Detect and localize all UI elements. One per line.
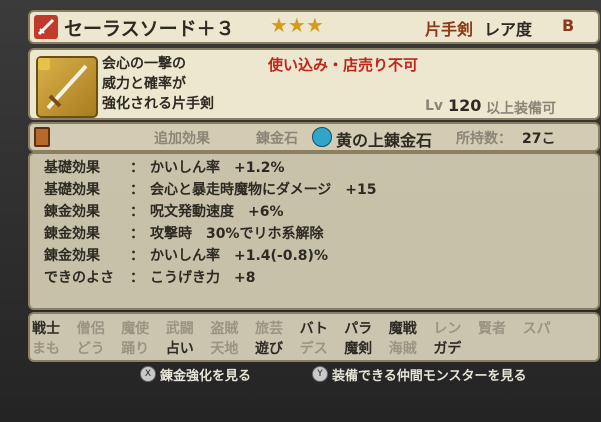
vocation-label: パラ (344, 321, 373, 337)
owned-value: 27こ (522, 131, 556, 147)
rarity-label: レア度 (484, 20, 533, 39)
vocation-label: レン (433, 321, 462, 337)
effect-separator: ： (130, 182, 144, 198)
vocation-label: スパ (522, 321, 551, 337)
item-detail-window: セーラスソード＋３ ★★★ 片手剣 レア度 B 会心の一撃の 威力と確率が 強化… (0, 0, 601, 422)
vocation-label: 賢者 (478, 321, 506, 337)
item-category: 片手剣 (425, 20, 474, 39)
description-line-1: 会心の一撃の (102, 56, 186, 72)
vocation-label: まも (32, 341, 60, 357)
effect-separator: ： (130, 270, 144, 286)
owned-label: 所持数： (456, 131, 512, 147)
vocation-label: 占い (165, 341, 194, 357)
effect-value: こうげき力 +8 (150, 270, 256, 286)
rarity-value: B (562, 16, 575, 35)
item-name: セーラスソード＋３ (64, 18, 235, 40)
description-line-2: 威力と確率が (102, 76, 186, 92)
effect-type: 錬金効果 (44, 248, 100, 264)
vocation-label: 僧侶 (76, 321, 105, 337)
x-button-icon[interactable]: X (140, 366, 156, 382)
vocation-label: バト (299, 321, 329, 337)
effect-value: 会心と暴走時魔物にダメージ +15 (150, 182, 377, 198)
vocation-label: 魔戦 (388, 321, 417, 337)
vocation-label: 武闘 (165, 321, 194, 337)
vocation-label: どう (76, 341, 105, 357)
effect-type: 錬金効果 (44, 226, 100, 242)
alchemy-stone-icon (312, 127, 332, 147)
description-line-3: 強化される片手剣 (102, 96, 214, 112)
vocation-label: 遊び (255, 341, 283, 357)
vocation-label: 天地 (210, 341, 239, 357)
effect-header: 追加効果 (154, 131, 210, 147)
one-hand-sword-icon (34, 15, 58, 39)
vocation-label: デス (299, 341, 328, 357)
effect-value: かいしん率 +1.2% (150, 160, 285, 176)
level-suffix: 以上装備可 (486, 101, 556, 117)
effect-value: かいしん率 +1.4(-0.8)% (150, 248, 328, 264)
rarity-stars: ★★★ (270, 13, 324, 37)
effect-type: 基礎効果 (44, 182, 100, 198)
vocation-label: 踊り (121, 341, 150, 357)
effect-separator: ： (130, 248, 144, 264)
vocation-label: 海賊 (388, 341, 417, 357)
vocation-label: ガデ (433, 341, 462, 357)
level-prefix: Lv (425, 98, 444, 114)
trade-warning: 使い込み・店売り不可 (268, 56, 419, 74)
effect-type: 錬金効果 (44, 204, 100, 220)
stone-label: 錬金石 (256, 131, 298, 147)
effect-separator: ： (130, 204, 144, 220)
y-action-label[interactable]: 装備できる仲間モンスターを見る (332, 365, 526, 384)
level-value: 120 (448, 96, 482, 115)
effect-value: 攻撃時 30%でリホ系解除 (150, 226, 324, 242)
book-icon[interactable] (34, 127, 50, 147)
effect-separator: ： (130, 160, 144, 176)
vocation-label: 盗賊 (210, 321, 239, 337)
stone-name: 黄の上錬金石 (336, 131, 433, 150)
vocation-label: 旅芸 (255, 321, 283, 337)
x-action-label[interactable]: 錬金強化を見る (160, 365, 251, 384)
vocation-label: 魔剣 (344, 341, 373, 357)
vocation-label: 戦士 (32, 321, 60, 337)
effect-separator: ： (130, 226, 144, 242)
effect-type: できのよさ (44, 270, 114, 286)
lock-icon (38, 58, 50, 70)
vocation-label: 魔使 (121, 321, 150, 337)
y-button-icon[interactable]: Y (312, 366, 328, 382)
effect-type: 基礎効果 (44, 160, 100, 176)
effect-value: 呪文発動速度 +6% (150, 204, 284, 220)
